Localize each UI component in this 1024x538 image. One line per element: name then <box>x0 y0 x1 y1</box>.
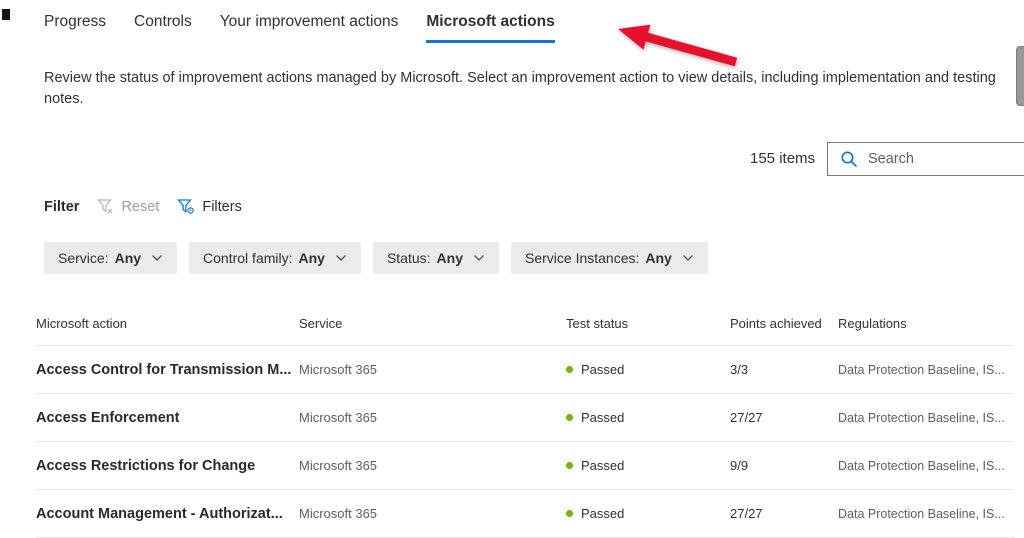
search-box[interactable] <box>827 142 1024 176</box>
passed-status-dot-icon <box>566 462 573 469</box>
column-header-service[interactable]: Service <box>299 316 566 331</box>
filters-button[interactable]: Filters <box>177 198 241 215</box>
status-text: Passed <box>581 506 624 521</box>
service-cell: Microsoft 365 <box>299 458 566 473</box>
column-header-points-achieved[interactable]: Points achieved <box>730 316 838 331</box>
table-row[interactable]: Access Control for Transmission M... Mic… <box>36 346 1014 394</box>
reset-label: Reset <box>121 199 159 215</box>
chevron-down-icon <box>335 254 347 262</box>
page-description: Review the status of improvement actions… <box>44 68 1012 110</box>
pill-label: Service Instances: <box>525 250 639 266</box>
column-header-regulations[interactable]: Regulations <box>838 316 1014 331</box>
filter-label: Filter <box>44 199 79 215</box>
filter-bar: Filter Reset Filters <box>44 198 242 215</box>
test-status-cell: Passed <box>566 458 730 473</box>
chevron-down-icon <box>682 254 694 262</box>
status-text: Passed <box>581 362 624 377</box>
action-title-link[interactable]: Access Restrictions for Change <box>36 458 299 474</box>
chevron-down-icon <box>473 254 485 262</box>
search-input[interactable] <box>866 150 1000 168</box>
pill-label: Status: <box>387 250 431 266</box>
pill-value: Any <box>299 250 325 266</box>
service-cell: Microsoft 365 <box>299 362 566 377</box>
points-achieved-cell: 27/27 <box>730 410 838 425</box>
filter-pill-service-instances[interactable]: Service Instances: Any <box>511 242 708 274</box>
table-header-row: Microsoft action Service Test status Poi… <box>36 302 1014 346</box>
filter-clear-icon <box>97 198 114 215</box>
column-header-microsoft-action[interactable]: Microsoft action <box>36 316 299 331</box>
filter-pills-row: Service: Any Control family: Any Status:… <box>44 242 708 274</box>
table-row[interactable]: Access Enforcement Microsoft 365 Passed … <box>36 394 1014 442</box>
filter-pill-control-family[interactable]: Control family: Any <box>189 242 361 274</box>
pill-value: Any <box>115 250 141 266</box>
status-text: Passed <box>581 458 624 473</box>
points-achieved-cell: 27/27 <box>730 506 838 521</box>
tab-microsoft-actions[interactable]: Microsoft actions <box>426 13 554 43</box>
search-icon <box>840 150 858 168</box>
pill-value: Any <box>437 250 463 266</box>
passed-status-dot-icon <box>566 366 573 373</box>
compliance-manager-microsoft-actions-page: Progress Controls Your improvement actio… <box>0 0 1024 538</box>
table-row[interactable]: Access Restrictions for Change Microsoft… <box>36 442 1014 490</box>
service-cell: Microsoft 365 <box>299 410 566 425</box>
passed-status-dot-icon <box>566 510 573 517</box>
tab-your-improvement-actions[interactable]: Your improvement actions <box>220 13 399 43</box>
service-cell: Microsoft 365 <box>299 506 566 521</box>
tab-progress[interactable]: Progress <box>44 13 106 43</box>
filter-pill-service[interactable]: Service: Any <box>44 242 177 274</box>
test-status-cell: Passed <box>566 506 730 521</box>
filter-settings-icon <box>177 198 195 215</box>
microsoft-actions-table: Microsoft action Service Test status Poi… <box>36 302 1014 538</box>
filter-pill-status[interactable]: Status: Any <box>373 242 499 274</box>
tab-controls[interactable]: Controls <box>134 13 192 43</box>
regulations-cell: Data Protection Baseline, IS... <box>838 507 1014 521</box>
action-title-link[interactable]: Access Control for Transmission M... <box>36 362 299 378</box>
red-arrow-annotation-icon <box>596 16 748 72</box>
pill-value: Any <box>645 250 671 266</box>
corner-artifact <box>2 9 10 20</box>
points-achieved-cell: 9/9 <box>730 458 838 473</box>
column-header-test-status[interactable]: Test status <box>566 316 730 331</box>
passed-status-dot-icon <box>566 414 573 421</box>
test-status-cell: Passed <box>566 410 730 425</box>
regulations-cell: Data Protection Baseline, IS... <box>838 411 1014 425</box>
status-text: Passed <box>581 410 624 425</box>
action-title-link[interactable]: Account Management - Authorizat... <box>36 506 299 522</box>
pill-label: Service: <box>58 250 109 266</box>
points-achieved-cell: 3/3 <box>730 362 838 377</box>
pill-label: Control family: <box>203 250 292 266</box>
filters-label: Filters <box>202 199 241 215</box>
chevron-down-icon <box>151 254 163 262</box>
items-count-label: 155 items <box>750 150 815 167</box>
tab-bar: Progress Controls Your improvement actio… <box>44 13 555 43</box>
test-status-cell: Passed <box>566 362 730 377</box>
table-row[interactable]: Account Management - Authorizat... Micro… <box>36 490 1014 538</box>
scrollbar-thumb[interactable] <box>1016 46 1024 106</box>
action-title-link[interactable]: Access Enforcement <box>36 410 299 426</box>
regulations-cell: Data Protection Baseline, IS... <box>838 363 1014 377</box>
reset-filters-button[interactable]: Reset <box>97 198 159 215</box>
regulations-cell: Data Protection Baseline, IS... <box>838 459 1014 473</box>
